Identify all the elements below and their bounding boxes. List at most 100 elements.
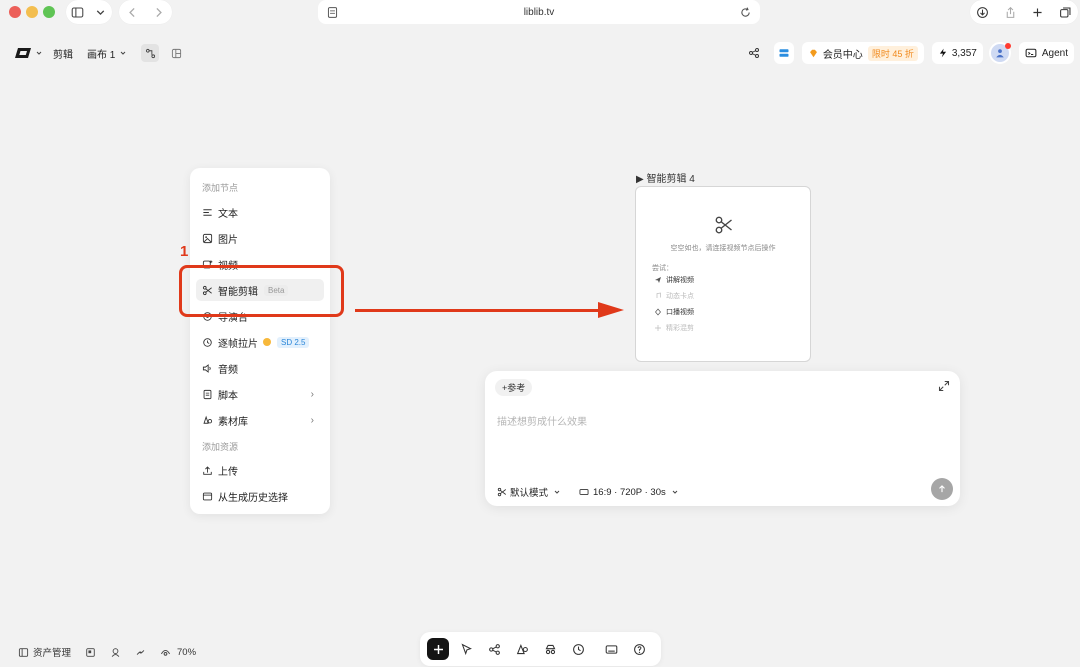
clock-icon	[572, 643, 585, 656]
credits-display[interactable]: 3,357	[931, 42, 983, 64]
layout-view-button[interactable]	[167, 44, 185, 62]
new-tab-icon[interactable]	[1031, 6, 1044, 19]
history-tool-button[interactable]	[567, 638, 589, 660]
image-icon	[202, 233, 213, 244]
app-toolbar-left: 剪辑 画布 1	[8, 42, 185, 64]
address-bar[interactable]: liblib.tv	[318, 0, 760, 24]
back-button[interactable]	[126, 6, 139, 19]
menu-item-library[interactable]: 素材库 ›	[196, 409, 324, 431]
zoom-level[interactable]: 70%	[177, 647, 196, 658]
spark-icon	[654, 324, 662, 332]
workflow-tool-button[interactable]	[483, 638, 505, 660]
workflow-icon	[145, 48, 156, 59]
frames-icon	[202, 337, 213, 348]
notification-dot	[1004, 43, 1011, 49]
node-empty-hint: 空空如也，请连接视频节点后操作	[670, 245, 776, 252]
node-option-highlight-mix[interactable]: 精彩混剪	[654, 323, 694, 333]
arrow-up-icon	[937, 484, 947, 494]
menu-item-frame-analysis[interactable]: 逐帧拉片 SD 2.5	[196, 331, 324, 353]
menu-item-history[interactable]: 从生成历史选择	[196, 485, 324, 507]
menu-item-audio[interactable]: 音频	[196, 357, 324, 379]
menu-item-label: 文本	[218, 208, 238, 220]
smart-edit-node[interactable]: 空空如也，请连接视频节点后操作 尝试： 讲解视频 动态卡点 口播视频 精彩混剪	[635, 186, 811, 362]
node-option-talking-video[interactable]: 口播视频	[654, 307, 694, 317]
menu-header-nodes: 添加节点	[202, 183, 239, 193]
mode-selector[interactable]: 默认模式	[510, 485, 548, 499]
panel-icon[interactable]	[18, 647, 29, 658]
menu-item-label: 逐帧拉片	[218, 338, 258, 350]
menu-header-resources: 添加资源	[202, 442, 239, 452]
zoom-icon[interactable]	[160, 647, 171, 658]
forward-button[interactable]	[152, 6, 165, 19]
user-avatar[interactable]	[988, 42, 1011, 64]
help-icon	[633, 643, 646, 656]
keyboard-button[interactable]	[600, 638, 622, 660]
layout-icon	[171, 48, 182, 59]
character-icon[interactable]	[110, 647, 121, 658]
share-nodes-icon[interactable]	[748, 47, 760, 59]
plus-icon	[432, 643, 445, 656]
character-tool-button[interactable]	[539, 638, 561, 660]
menu-item-script[interactable]: 脚本 ›	[196, 383, 324, 405]
audio-icon	[202, 363, 213, 374]
maximize-window-button[interactable]	[43, 6, 55, 18]
format-selector[interactable]: 16:9 · 720P · 30s	[593, 487, 666, 498]
aspect-ratio-icon	[578, 487, 590, 497]
prompt-input[interactable]: 描述想剪成什么效果	[497, 413, 587, 428]
workflow-view-button[interactable]	[141, 44, 160, 62]
node-option-label: 动态卡点	[666, 293, 694, 300]
close-window-button[interactable]	[9, 6, 21, 18]
expand-icon[interactable]	[938, 380, 950, 392]
chevron-down-icon[interactable]	[35, 49, 43, 57]
model-badge: SD 2.5	[277, 336, 310, 348]
sidebar-icon	[71, 6, 84, 19]
tab-overview-icon[interactable]	[1059, 6, 1072, 19]
add-reference-button[interactable]: +参考	[495, 379, 533, 396]
node-title[interactable]: ▶ 智能剪辑 4	[636, 170, 695, 185]
minimap-icon[interactable]	[85, 647, 96, 658]
menu-item-text[interactable]: 文本	[196, 201, 324, 223]
node-try-label: 尝试：	[652, 265, 673, 272]
app-logo-icon[interactable]	[14, 47, 32, 59]
canvas-selector[interactable]: 画布 1	[87, 46, 115, 61]
menu-item-label: 从生成历史选择	[218, 492, 288, 504]
script-icon	[202, 389, 213, 400]
reader-icon[interactable]	[326, 6, 339, 19]
send-button[interactable]	[931, 478, 953, 500]
shapes-tool-button[interactable]	[511, 638, 533, 660]
browser-chrome: liblib.tv	[0, 0, 1080, 28]
node-option-label: 精彩混剪	[666, 325, 694, 332]
menu-item-upload[interactable]: 上传	[196, 459, 324, 481]
share-nodes-icon	[488, 643, 501, 656]
chevron-down-icon	[94, 6, 107, 19]
cursor-icon	[460, 643, 473, 656]
node-option-explainer[interactable]: 讲解视频	[654, 275, 694, 285]
minimize-window-button[interactable]	[26, 6, 38, 18]
node-option-beat-sync[interactable]: 动态卡点	[654, 291, 694, 301]
menu-item-label: 图片	[218, 234, 238, 246]
incognito-icon	[544, 643, 557, 656]
menu-item-label: 素材库	[218, 416, 248, 428]
member-center-button[interactable]: 会员中心 限时 45 折	[801, 42, 924, 64]
agent-button[interactable]: Agent	[1018, 42, 1074, 64]
send-icon	[654, 276, 662, 284]
text-lines-icon	[202, 207, 213, 218]
share-icon[interactable]	[1004, 6, 1017, 19]
assets-manager-link[interactable]: 资产管理	[33, 645, 71, 659]
chevron-down-icon[interactable]	[119, 49, 127, 57]
credits-value: 3,357	[951, 47, 977, 59]
menu-item-image[interactable]: 图片	[196, 227, 324, 249]
add-node-button[interactable]	[427, 638, 449, 660]
keyboard-icon	[605, 643, 618, 656]
app-toolbar-right: 会员中心 限时 45 折 3,357 Agent	[748, 42, 1074, 64]
database-button[interactable]	[773, 42, 794, 64]
annotation-arrow	[355, 309, 600, 312]
library-icon	[202, 415, 213, 426]
connect-icon[interactable]	[135, 647, 146, 658]
reload-icon[interactable]	[739, 6, 752, 19]
sidebar-toggle-button[interactable]	[66, 0, 112, 24]
help-button[interactable]	[628, 638, 650, 660]
node-option-label: 口播视频	[666, 309, 694, 316]
download-icon[interactable]	[976, 6, 989, 19]
select-tool-button[interactable]	[455, 638, 477, 660]
